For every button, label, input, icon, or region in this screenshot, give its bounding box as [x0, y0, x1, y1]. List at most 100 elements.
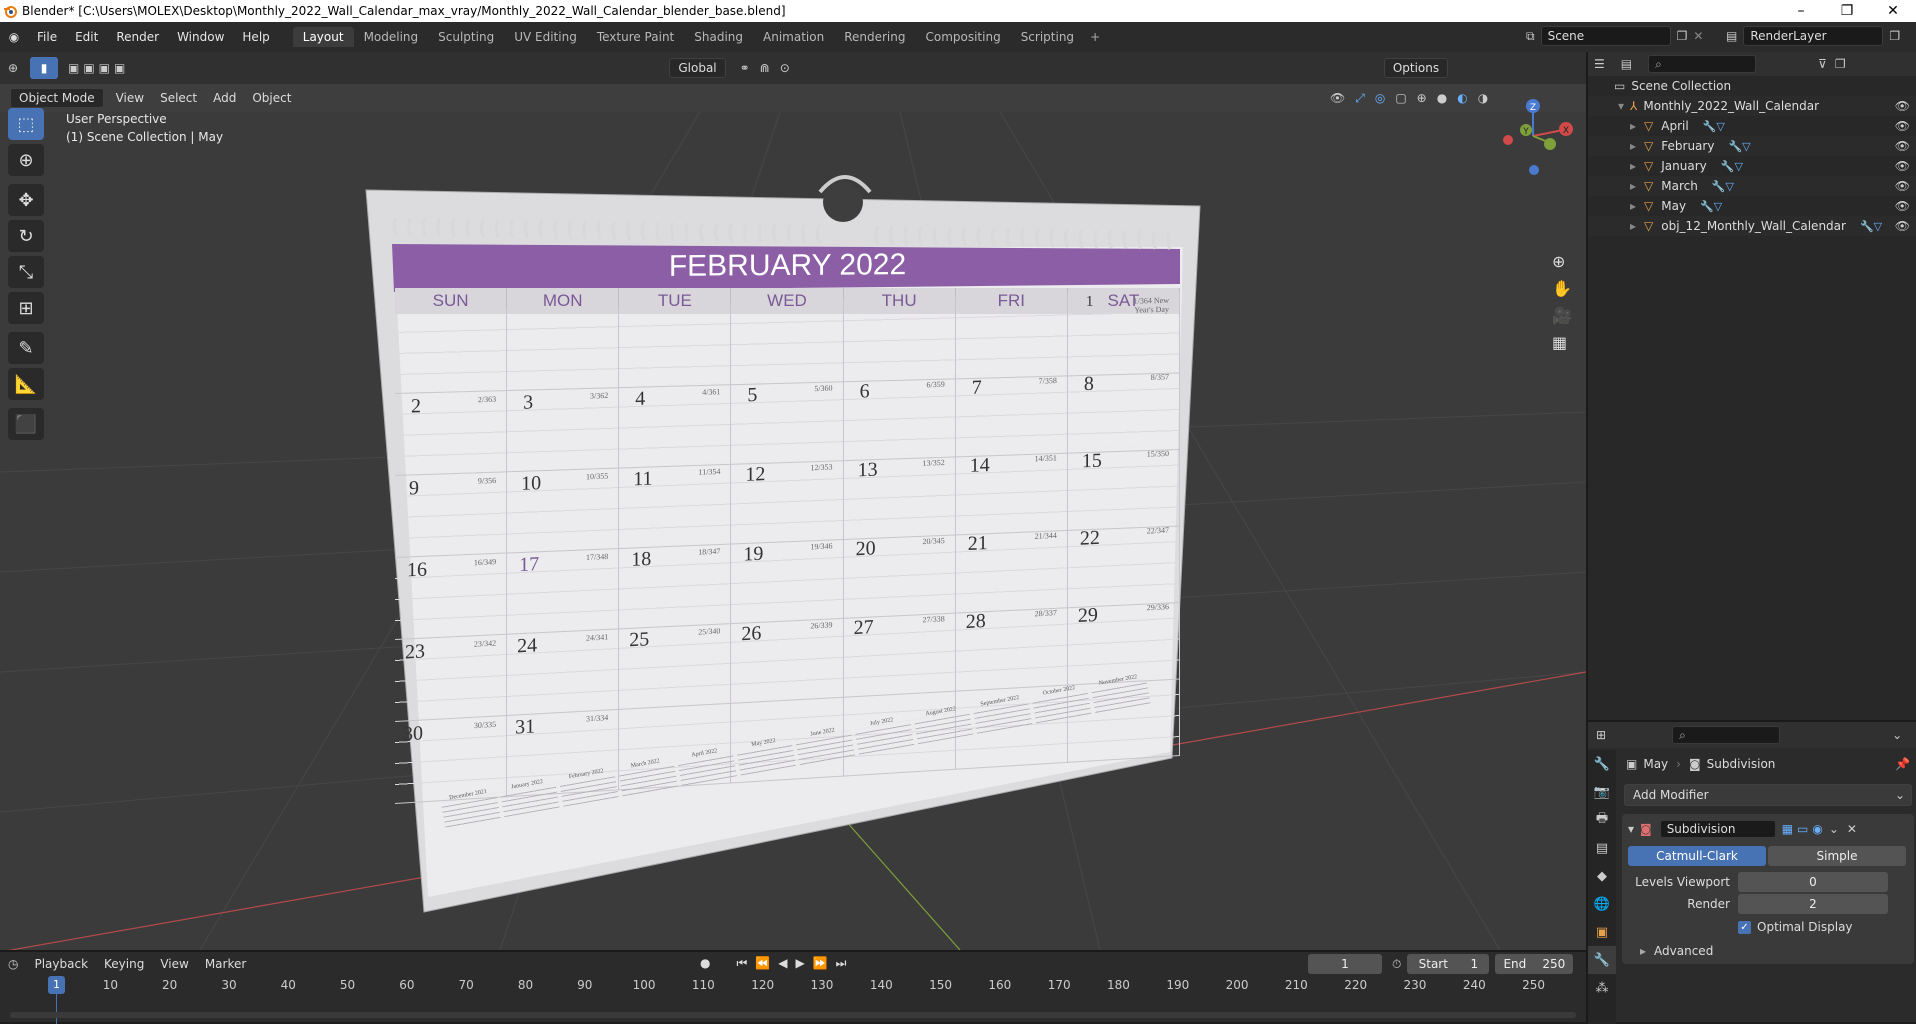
timeline-menu-keying[interactable]: Keying	[96, 957, 152, 971]
visibility-eye-icon[interactable]: 👁	[1895, 159, 1910, 173]
pivot-icon[interactable]: ⚭	[740, 61, 750, 75]
viewport-menu-select[interactable]: Select	[152, 91, 205, 105]
select-tool-icon[interactable]: ⬚	[8, 108, 44, 140]
solid-shading-icon[interactable]: ●	[1437, 91, 1447, 106]
catmull-clark-button[interactable]: Catmull-Clark	[1628, 846, 1766, 866]
transform-tool-icon[interactable]: ⊞	[8, 292, 44, 324]
visibility-eye-icon[interactable]: 👁	[1895, 219, 1910, 233]
outliner-item[interactable]: ▸ ▽ obj_12_Monthly_Wall_Calendar 🔧▽ 👁	[1588, 216, 1916, 236]
stopwatch-icon[interactable]: ⏱	[1392, 957, 1401, 972]
visibility-eye-icon[interactable]: 👁	[1895, 179, 1910, 193]
maximize-button[interactable]: ❐	[1824, 0, 1870, 22]
menu-file[interactable]: File	[28, 30, 66, 44]
outliner-item[interactable]: ▸ ▽ February 🔧▽ 👁	[1588, 136, 1916, 156]
outliner-item[interactable]: ▸ ▽ January 🔧▽ 👁	[1588, 156, 1916, 176]
modifier-data-icons[interactable]: 🔧▽	[1700, 200, 1722, 213]
scene-tab-icon[interactable]: ◆	[1588, 862, 1616, 890]
viewport-menu-add[interactable]: Add	[205, 91, 244, 105]
collapse-arrow-icon[interactable]: ▾	[1628, 822, 1634, 836]
play-icon[interactable]: ▶	[795, 956, 804, 971]
new-scene-icon[interactable]: ❐	[1677, 29, 1688, 43]
outliner-item[interactable]: ▸ ▽ March 🔧▽ 👁	[1588, 176, 1916, 196]
blender-menu-icon[interactable]: ◉	[0, 30, 28, 44]
minimize-button[interactable]: –	[1778, 0, 1824, 22]
jump-start-icon[interactable]: ⏮	[736, 956, 747, 971]
scene-field[interactable]: Scene	[1540, 26, 1671, 46]
pin-icon[interactable]: 📌	[1895, 757, 1910, 771]
modifier-data-icons[interactable]: 🔧▽	[1703, 120, 1725, 133]
proportional-edit-icon[interactable]: ⊙	[780, 61, 790, 75]
render-levels-field[interactable]: 2	[1738, 894, 1888, 914]
expand-arrow-icon[interactable]: ▸	[1630, 219, 1636, 233]
editor-type-icon[interactable]: ⊕	[0, 61, 26, 75]
scene-icon[interactable]: ⧉	[1526, 29, 1535, 44]
add-workspace-icon[interactable]: +	[1084, 30, 1106, 44]
axis-gizmo[interactable]: Z Y X	[1488, 96, 1578, 176]
properties-editor-type-icon[interactable]: ⊞	[1596, 728, 1606, 742]
menu-render[interactable]: Render	[107, 30, 168, 44]
object-mode-dropdown[interactable]: Object Mode	[10, 88, 104, 108]
viewport-toggle-icon[interactable]: ▭	[1797, 822, 1808, 836]
visibility-eye-icon[interactable]: 👁	[1895, 199, 1910, 213]
view-layer-tab-icon[interactable]: ▤	[1588, 834, 1616, 862]
pan-hand-icon[interactable]: ✋	[1552, 279, 1572, 298]
select-mode-icons[interactable]: ▣▣▣▣	[68, 61, 129, 75]
display-mode-icon[interactable]: ▤	[1621, 57, 1632, 71]
tab-animation[interactable]: Animation	[753, 27, 834, 47]
optimal-display-checkbox[interactable]: ✓	[1738, 920, 1751, 934]
particles-tab-icon[interactable]: ⁂	[1588, 974, 1616, 1002]
delete-scene-icon[interactable]: ✕	[1693, 29, 1703, 43]
visibility-eye-icon[interactable]: 👁	[1895, 139, 1910, 153]
expand-arrow-icon[interactable]: ▸	[1630, 179, 1636, 193]
ortho-grid-icon[interactable]: ▦	[1552, 333, 1572, 352]
object-tab-icon[interactable]: ▣	[1588, 918, 1616, 946]
camera-view-icon[interactable]: 🎥	[1552, 306, 1572, 325]
outliner-search-input[interactable]: ⌕	[1648, 55, 1757, 73]
rendered-shading-icon[interactable]: ◑	[1478, 91, 1488, 106]
tab-rendering[interactable]: Rendering	[834, 27, 915, 47]
select-box-icon[interactable]: ▮	[30, 57, 58, 79]
tab-texture-paint[interactable]: Texture Paint	[587, 27, 684, 47]
modifier-data-icons[interactable]: 🔧▽	[1721, 160, 1743, 173]
overlay-toggle-icon[interactable]: ◎	[1375, 91, 1385, 106]
tab-layout[interactable]: Layout	[292, 27, 354, 47]
scene-collection-row[interactable]: ▭ Scene Collection	[1588, 76, 1916, 96]
timeline-menu-view[interactable]: View	[152, 957, 196, 971]
play-reverse-icon[interactable]: ◀	[778, 956, 787, 971]
viewport-menu-object[interactable]: Object	[244, 91, 299, 105]
timeline-menu-marker[interactable]: Marker	[197, 957, 254, 971]
jump-end-icon[interactable]: ⏭	[836, 956, 847, 971]
edit-mode-toggle-icon[interactable]: ▦	[1782, 822, 1793, 836]
simple-button[interactable]: Simple	[1768, 846, 1906, 866]
menu-window[interactable]: Window	[168, 30, 233, 44]
world-tab-icon[interactable]: 🌐	[1588, 890, 1616, 918]
modifier-menu-chevron-icon[interactable]: ⌄	[1829, 822, 1839, 836]
outliner-item[interactable]: ▸ ▽ May 🔧▽ 👁	[1588, 196, 1916, 216]
outliner-item[interactable]: ▸ ▽ April 🔧▽ 👁	[1588, 116, 1916, 136]
tab-shading[interactable]: Shading	[684, 27, 753, 47]
start-frame-field[interactable]: Start 1	[1407, 954, 1490, 974]
end-frame-field[interactable]: End 250	[1495, 954, 1574, 974]
tab-sculpting[interactable]: Sculpting	[428, 27, 504, 47]
tab-modeling[interactable]: Modeling	[354, 27, 429, 47]
menu-help[interactable]: Help	[233, 30, 278, 44]
current-frame-field[interactable]: 1	[1308, 954, 1382, 974]
tab-compositing[interactable]: Compositing	[915, 27, 1010, 47]
xray-icon[interactable]: ▢	[1395, 91, 1406, 106]
modifier-data-icons[interactable]: 🔧▽	[1860, 220, 1882, 233]
move-tool-icon[interactable]: ✥	[8, 184, 44, 216]
visibility-eye-icon[interactable]: 👁	[1895, 99, 1910, 113]
tool-settings-tab-icon[interactable]: 🔧	[1588, 750, 1616, 778]
visibility-eye-icon[interactable]: 👁	[1895, 119, 1910, 133]
transform-orientation-dropdown[interactable]: Global	[669, 58, 726, 78]
timeline-ruler[interactable]: 1102030405060708090100110120130140150160…	[0, 978, 1586, 998]
wireframe-shading-icon[interactable]: ⊕	[1417, 91, 1427, 106]
3d-viewport[interactable]: FEBRUARY 2022 SUNMONTUEWEDTHUFRISAT 11/3…	[0, 52, 1586, 950]
tab-scripting[interactable]: Scripting	[1011, 27, 1084, 47]
visibility-icon[interactable]: 👁	[1330, 91, 1345, 106]
measure-tool-icon[interactable]: 📐	[8, 368, 44, 400]
record-icon[interactable]: ●	[700, 956, 710, 971]
timeline-menu-playback[interactable]: Playback	[26, 957, 96, 971]
advanced-subpanel[interactable]: ▸ Advanced	[1628, 944, 1908, 958]
view-layer-field[interactable]: RenderLayer	[1743, 26, 1884, 46]
